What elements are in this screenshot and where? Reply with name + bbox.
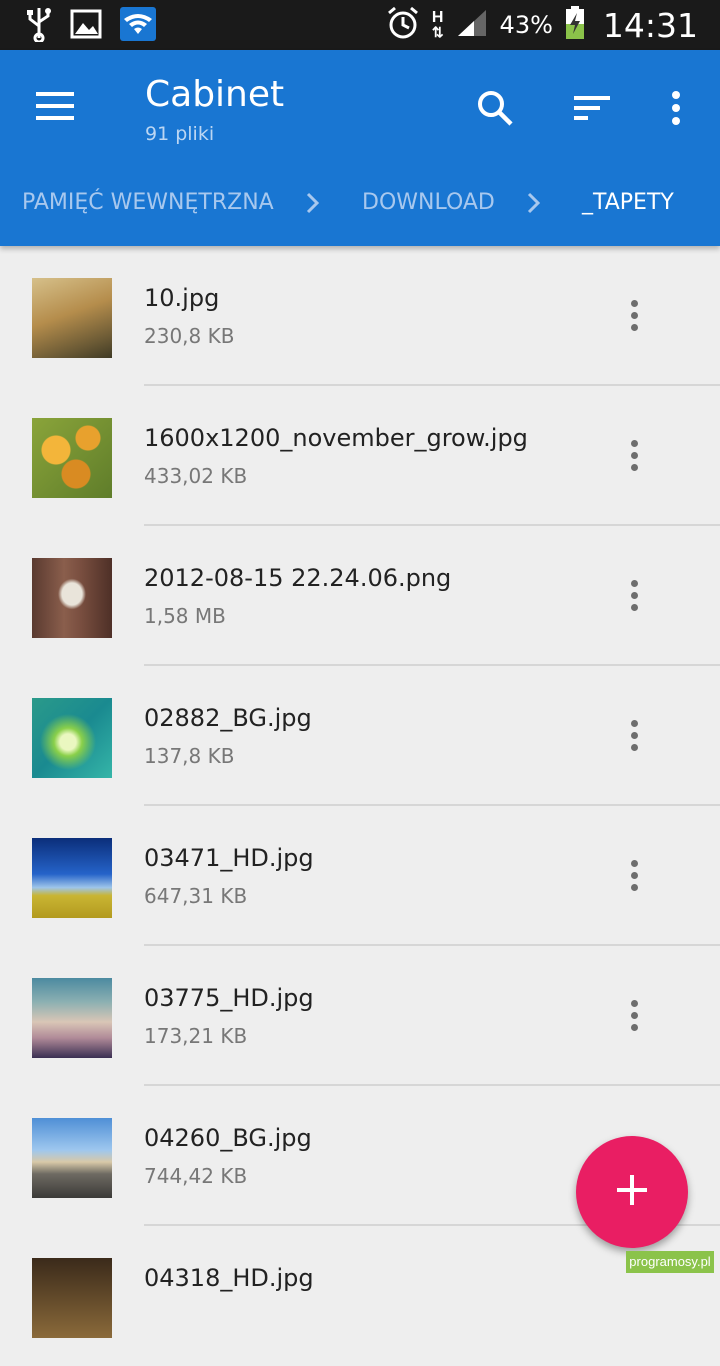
list-item[interactable]: 03775_HD.jpg 173,21 KB: [0, 946, 720, 1086]
thumbnail-image: [32, 1258, 112, 1338]
list-item[interactable]: 02882_BG.jpg 137,8 KB: [0, 666, 720, 806]
list-item[interactable]: 04318_HD.jpg: [0, 1226, 720, 1366]
file-size: 433,02 KB: [144, 464, 248, 488]
page-title: Cabinet: [145, 74, 285, 115]
file-name: 2012-08-15 22.24.06.png: [144, 564, 452, 592]
more-vert-icon[interactable]: [614, 570, 654, 620]
list-item[interactable]: 2012-08-15 22.24.06.png 1,58 MB: [0, 526, 720, 666]
file-size: 230,8 KB: [144, 324, 235, 348]
thumbnail-image: [32, 978, 112, 1058]
clock: 14:31: [602, 5, 698, 45]
file-name: 03775_HD.jpg: [144, 984, 314, 1012]
list-item[interactable]: 03471_HD.jpg 647,31 KB: [0, 806, 720, 946]
thumbnail-image: [32, 838, 112, 918]
file-count: 91 pliki: [145, 123, 215, 145]
thumbnail-image: [32, 698, 112, 778]
file-name: 04260_BG.jpg: [144, 1124, 312, 1152]
watermark: programosy.pl: [626, 1251, 714, 1273]
file-size: 744,42 KB: [144, 1164, 248, 1188]
breadcrumb-item-current[interactable]: _TAPETY: [582, 190, 674, 215]
battery-charging-icon: [565, 5, 585, 45]
breadcrumb-item-download[interactable]: DOWNLOAD: [362, 190, 495, 215]
usb-icon: [26, 6, 52, 47]
add-button[interactable]: [576, 1136, 688, 1248]
signal-icon: [456, 8, 488, 43]
app-bar: Cabinet 91 pliki PAMIĘĆ WEWNĘTRZNA DOWNL…: [0, 50, 720, 246]
chevron-right-icon: [524, 190, 544, 216]
file-name: 03471_HD.jpg: [144, 844, 314, 872]
thumbnail-image: [32, 278, 112, 358]
more-vert-icon[interactable]: [614, 430, 654, 480]
status-bar: H ⇅ 43% 14:31: [0, 0, 720, 50]
alarm-icon: [386, 5, 420, 46]
network-type-label: H: [431, 9, 444, 26]
thumbnail-image: [32, 558, 112, 638]
menu-icon[interactable]: [36, 92, 76, 122]
sort-icon[interactable]: [568, 84, 616, 132]
more-vert-icon[interactable]: [614, 990, 654, 1040]
image-icon: [70, 9, 102, 44]
chevron-right-icon: [303, 190, 323, 216]
thumbnail-image: [32, 418, 112, 498]
file-size: 173,21 KB: [144, 1024, 248, 1048]
more-vert-icon[interactable]: [652, 84, 700, 132]
file-name: 02882_BG.jpg: [144, 704, 312, 732]
file-size: 647,31 KB: [144, 884, 248, 908]
file-size: 1,58 MB: [144, 604, 226, 628]
more-vert-icon[interactable]: [614, 290, 654, 340]
network-type-icon: H ⇅: [431, 9, 444, 40]
file-name: 1600x1200_november_grow.jpg: [144, 424, 528, 452]
more-vert-icon[interactable]: [614, 850, 654, 900]
breadcrumb-item-internal-storage[interactable]: PAMIĘĆ WEWNĘTRZNA: [22, 190, 274, 215]
file-name: 10.jpg: [144, 284, 220, 312]
list-item[interactable]: 1600x1200_november_grow.jpg 433,02 KB: [0, 386, 720, 526]
file-name: 04318_HD.jpg: [144, 1264, 314, 1292]
breadcrumb: PAMIĘĆ WEWNĘTRZNA DOWNLOAD _TAPETY: [0, 178, 720, 230]
battery-percent: 43%: [499, 11, 553, 39]
search-icon[interactable]: [471, 84, 519, 132]
file-size: 137,8 KB: [144, 744, 235, 768]
wifi-icon: [120, 7, 156, 46]
more-vert-icon[interactable]: [614, 710, 654, 760]
list-item[interactable]: 10.jpg 230,8 KB: [0, 246, 720, 386]
plus-icon: [615, 1173, 649, 1212]
thumbnail-image: [32, 1118, 112, 1198]
